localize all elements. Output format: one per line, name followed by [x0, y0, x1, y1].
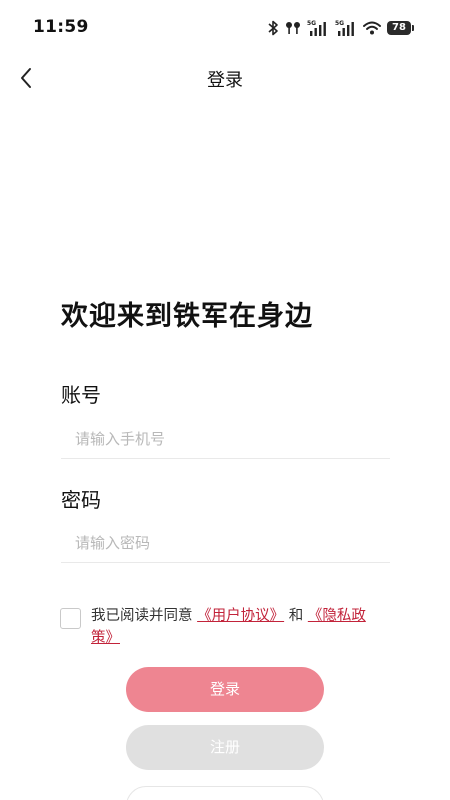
password-field [61, 523, 390, 563]
bluetooth-icon [268, 20, 278, 36]
wifi-icon [363, 21, 381, 35]
agreement-conjunction: 和 [288, 608, 304, 624]
header: 登录 [0, 56, 450, 100]
phone-input[interactable] [61, 419, 390, 458]
password-input[interactable] [61, 523, 390, 562]
agreement-prefix: 我已阅读并同意 [91, 608, 193, 624]
signal-5g-icon: 5G [307, 20, 326, 36]
svg-text:5G: 5G [307, 20, 316, 27]
status-time: 11:59 [33, 17, 89, 37]
secondary-button-partial[interactable] [126, 786, 324, 800]
status-bar: 11:59 5G 5G 78 [0, 0, 450, 56]
svg-text:5G: 5G [335, 20, 344, 27]
status-icons: 5G 5G 78 [267, 18, 414, 38]
page-title: 登录 [207, 70, 243, 91]
agreement-text: 我已阅读并同意 《用户协议》 和 《隐私政策》 [91, 605, 381, 649]
battery-icon: 78 [387, 21, 414, 35]
account-field [61, 419, 390, 459]
register-button[interactable]: 注册 [126, 725, 324, 770]
signal-5g-icon: 5G [335, 20, 354, 36]
earbuds-icon [286, 22, 300, 34]
battery-cap [412, 25, 414, 31]
agreement-checkbox[interactable] [60, 608, 81, 629]
login-button[interactable]: 登录 [126, 667, 324, 712]
account-label: 账号 [61, 383, 101, 407]
battery-level: 78 [387, 21, 411, 35]
welcome-heading: 欢迎来到铁军在身边 [61, 301, 313, 332]
user-agreement-link[interactable]: 《用户协议》 [197, 608, 284, 624]
password-label: 密码 [61, 488, 101, 512]
